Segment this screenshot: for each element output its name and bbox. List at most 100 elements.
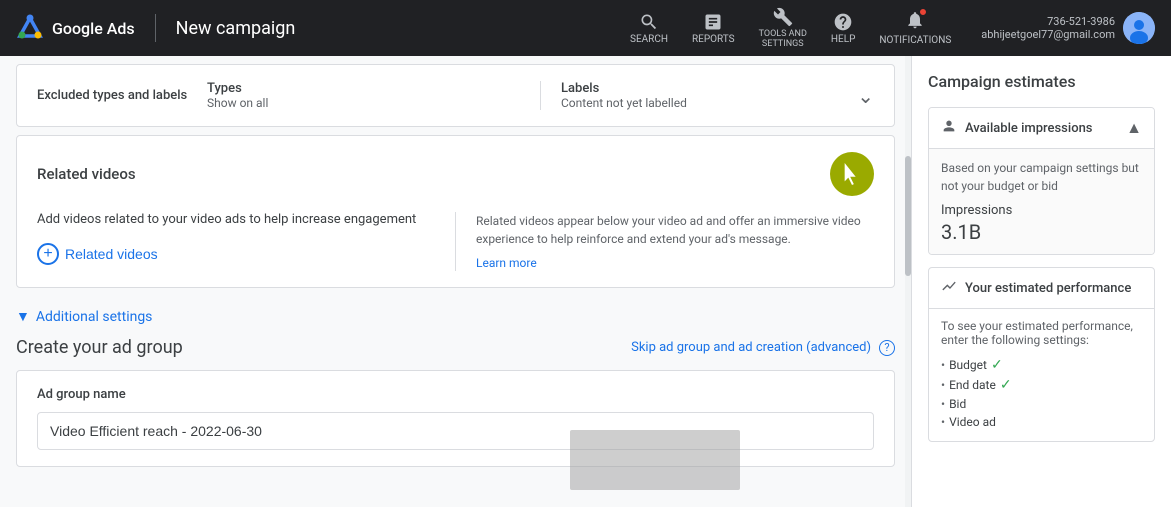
logo-text: Google Ads (52, 19, 135, 38)
bullet-icon: • (941, 397, 945, 411)
search-nav-item[interactable]: SEARCH (620, 8, 678, 49)
available-impressions-label: Available impressions (965, 121, 1093, 136)
chevron-right-icon: ▼ (16, 308, 30, 325)
sidebar-title: Campaign estimates (928, 72, 1155, 91)
available-impressions-desc: Based on your campaign settings but not … (941, 159, 1142, 195)
additional-settings-label: Additional settings (36, 309, 153, 325)
right-sidebar: Campaign estimates Available impressions… (911, 56, 1171, 507)
chevron-up-icon: ▲ (1126, 118, 1142, 138)
excluded-types-section: Excluded types and labels Types Show on … (16, 64, 895, 127)
labels-value: Content not yet labelled (561, 96, 687, 110)
page-title: New campaign (176, 18, 296, 39)
related-videos-header: Related videos (37, 152, 874, 196)
perf-bid-label: Bid (949, 397, 966, 411)
left-content: Excluded types and labels Types Show on … (0, 56, 911, 507)
top-nav: Google Ads New campaign SEARCH REPORTS T… (0, 0, 1171, 56)
excluded-types-row: Excluded types and labels Types Show on … (17, 65, 894, 126)
estimated-performance-title-row: Your estimated performance (941, 278, 1131, 298)
search-icon (639, 12, 659, 32)
cursor-icon (841, 163, 863, 185)
check-icon-budget: ✓ (991, 357, 1003, 373)
bullet-icon: • (941, 415, 945, 429)
bullet-icon: • (941, 378, 945, 392)
trend-icon (941, 278, 957, 298)
notifications-label: NOTIFICATIONS (879, 35, 951, 46)
tools-label: TOOLS ANDSETTINGS (759, 29, 807, 49)
reports-label: REPORTS (692, 34, 735, 45)
perf-item-videoad: • Video ad (941, 413, 1142, 431)
help-label: HELP (831, 34, 856, 45)
related-left: Add videos related to your video ads to … (37, 212, 455, 271)
logo-area: Google Ads (16, 14, 135, 42)
estimated-performance-desc: To see your estimated performance, enter… (941, 319, 1142, 347)
perf-budget-label: Budget (949, 358, 987, 372)
bullet-icon: • (941, 358, 945, 372)
overlay-selection (570, 430, 740, 490)
additional-settings[interactable]: ▼ Additional settings (0, 296, 911, 337)
estimated-performance-body: To see your estimated performance, enter… (929, 308, 1154, 441)
cursor-indicator (830, 152, 874, 196)
avatar-image (1123, 12, 1155, 44)
create-ad-group-title: Create your ad group (16, 337, 183, 358)
user-phone: 736-521-3986 (981, 15, 1115, 28)
help-icon (833, 12, 853, 32)
perf-item-budget: • Budget ✓ (941, 355, 1142, 375)
estimated-performance-section: Your estimated performance To see your e… (928, 267, 1155, 442)
add-related-label: Related videos (65, 246, 158, 262)
ad-group-name-label: Ad group name (37, 387, 874, 402)
help-nav-item[interactable]: HELP (821, 8, 866, 49)
related-right-desc: Related videos appear below your video a… (476, 212, 874, 248)
available-impressions-header[interactable]: Available impressions ▲ (929, 108, 1154, 148)
ad-group-card: Ad group name (16, 370, 895, 467)
plus-circle-icon: + (37, 243, 59, 265)
add-related-videos-button[interactable]: + Related videos (37, 243, 158, 265)
impressions-value: 3.1B (941, 220, 1142, 244)
chevron-down-icon[interactable]: ⌄ (857, 84, 874, 108)
create-ad-group-header: Create your ad group Skip ad group and a… (16, 337, 895, 358)
scrollbar[interactable] (905, 56, 911, 507)
excluded-label: Excluded types and labels (37, 88, 207, 103)
related-videos-section: Related videos Add videos related to you… (16, 135, 895, 288)
tools-icon (773, 7, 793, 27)
avatar[interactable] (1123, 12, 1155, 44)
perf-videoad-label: Video ad (949, 415, 996, 429)
reports-nav-item[interactable]: REPORTS (682, 8, 745, 49)
related-right: Related videos appear below your video a… (455, 212, 874, 271)
related-videos-body: Add videos related to your video ads to … (37, 212, 874, 271)
person-icon (941, 118, 957, 138)
notifications-nav-item[interactable]: NOTIFICATIONS (869, 6, 961, 50)
nav-icons: SEARCH REPORTS TOOLS ANDSETTINGS HELP NO… (620, 3, 961, 53)
labels-col: Labels Content not yet labelled ⌄ (541, 81, 874, 110)
question-icon: ? (879, 340, 895, 356)
learn-more-link[interactable]: Learn more (476, 256, 537, 270)
labels-title: Labels (561, 81, 687, 96)
types-title: Types (207, 81, 520, 96)
estimated-performance-label: Your estimated performance (965, 281, 1131, 296)
google-ads-logo (16, 14, 44, 42)
performance-items: • Budget ✓ • End date ✓ • Bid • (941, 355, 1142, 431)
impressions-label: Impressions (941, 203, 1142, 218)
nav-divider (155, 14, 156, 42)
perf-item-bid: • Bid (941, 395, 1142, 413)
related-videos-title: Related videos (37, 165, 136, 183)
estimated-performance-header[interactable]: Your estimated performance (929, 268, 1154, 308)
user-email: abhijeetgoel77@gmail.com (981, 28, 1115, 41)
search-label: SEARCH (630, 34, 668, 45)
scroll-thumb (905, 156, 911, 276)
user-info: 736-521-3986 abhijeetgoel77@gmail.com (981, 12, 1155, 44)
types-value: Show on all (207, 96, 520, 110)
available-impressions-body: Based on your campaign settings but not … (929, 148, 1154, 254)
related-description: Add videos related to your video ads to … (37, 212, 435, 227)
skip-link[interactable]: Skip ad group and ad creation (advanced)… (631, 340, 895, 356)
perf-enddate-label: End date (949, 378, 996, 392)
check-icon-enddate: ✓ (1000, 377, 1012, 393)
reports-icon (703, 12, 723, 32)
types-col: Types Show on all (207, 81, 541, 110)
available-impressions-section: Available impressions ▲ Based on your ca… (928, 107, 1155, 255)
ad-group-name-input[interactable] (37, 412, 874, 450)
notification-badge (919, 8, 927, 16)
create-ad-group-section: Create your ad group Skip ad group and a… (16, 337, 895, 467)
perf-item-enddate: • End date ✓ (941, 375, 1142, 395)
tools-nav-item[interactable]: TOOLS ANDSETTINGS (749, 3, 817, 53)
skip-label: Skip ad group and ad creation (advanced) (631, 340, 871, 355)
